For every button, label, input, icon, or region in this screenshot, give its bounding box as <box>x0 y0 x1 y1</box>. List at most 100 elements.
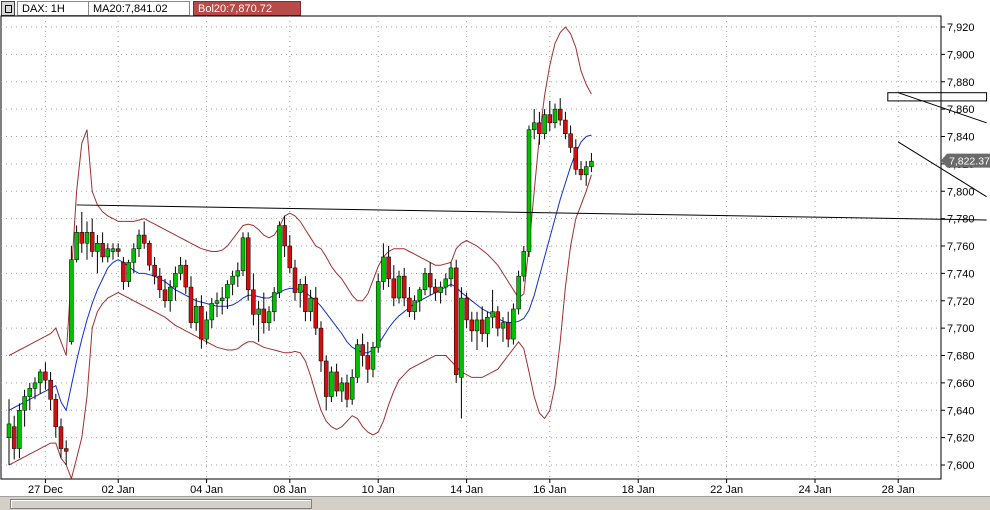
candle-body-down <box>318 327 324 362</box>
candle-body-up <box>37 371 43 384</box>
y-tick-label: 7,620 <box>947 433 975 445</box>
candle-body-up <box>526 129 532 252</box>
candle-body-down <box>11 426 17 449</box>
candle-body-up <box>438 286 443 293</box>
candle-body-up <box>531 122 537 130</box>
candle-body-down <box>58 426 64 449</box>
candle-body-up <box>271 292 277 312</box>
x-tick-label: 27 Dec <box>28 484 63 496</box>
candle-body-up <box>443 278 449 288</box>
candle-body-down <box>53 399 59 427</box>
candle <box>453 259 459 383</box>
x-tick-label: 14 Jan <box>450 484 483 496</box>
candle-body-up <box>370 347 376 370</box>
candle-body-up <box>552 108 558 124</box>
candle-body-down <box>557 108 563 121</box>
candle-body-down <box>391 278 397 299</box>
candle-body-up <box>511 308 516 340</box>
candle-body-down <box>43 371 48 381</box>
candle-body-down <box>303 284 308 312</box>
y-tick-label: 7,640 <box>947 405 975 417</box>
candle-body-up <box>17 410 22 449</box>
y-tick-label: 7,780 <box>947 214 975 226</box>
candle-body-down <box>573 147 579 170</box>
candle-body-down <box>121 262 126 282</box>
candle-body-up <box>95 243 100 252</box>
candle-body-up <box>542 114 547 135</box>
candle-body-down <box>563 119 568 135</box>
candle-body-up <box>22 396 27 411</box>
candle-body-down <box>282 225 287 247</box>
y-axis: 7,600 7,620 7,640 7,660 7,680 7,700 7,720 7,740… <box>941 22 975 472</box>
candle-body-down <box>365 355 371 370</box>
candle <box>511 303 516 345</box>
candle-body-up <box>277 225 282 293</box>
candle-body-up <box>297 284 303 293</box>
candle-body-down <box>323 360 329 397</box>
candle-body-down <box>245 237 251 291</box>
candle-body-down <box>152 264 157 277</box>
candle-body-down <box>183 264 189 288</box>
candle-body-up <box>448 267 454 280</box>
candle-body-down <box>464 297 469 321</box>
candle <box>329 366 334 403</box>
candle-body-down <box>537 122 542 135</box>
candle-body-up <box>204 319 209 340</box>
horizontal-scrollbar[interactable] <box>0 496 990 510</box>
candle-body-down <box>100 243 105 258</box>
candle-body-up <box>27 388 33 397</box>
candle-body-up <box>105 248 111 258</box>
candle-body-up <box>230 275 235 285</box>
y-tick-label: 7,700 <box>947 323 975 335</box>
candle-body-down <box>453 267 459 375</box>
candle-body-up <box>69 259 74 343</box>
candle-body-up <box>235 270 241 277</box>
y-tick-label: 7,860 <box>947 104 975 116</box>
candle-body-up <box>485 316 490 334</box>
candle-body-down <box>334 371 339 392</box>
x-tick-label: 04 Jan <box>190 484 223 496</box>
candle-body-up <box>178 264 183 274</box>
last-price-marker: 7,822.37 <box>941 153 990 168</box>
candle <box>516 270 521 315</box>
candle-body-up <box>266 311 272 323</box>
candle-body-up <box>355 344 360 378</box>
y-tick-label: 7,660 <box>947 378 975 390</box>
candle-body-up <box>214 300 220 304</box>
candle-body-up <box>173 273 178 288</box>
candle-body-up <box>256 308 261 315</box>
candle <box>69 246 74 345</box>
candle-body-down <box>547 114 553 124</box>
candle-body-down <box>48 379 53 400</box>
candle-body-down <box>469 319 475 332</box>
candle-body-down <box>157 275 163 291</box>
candle-body-down <box>287 245 293 269</box>
candle-body-up <box>474 319 480 332</box>
candle <box>526 125 532 257</box>
candle-body-up <box>521 251 527 277</box>
candle-body-up <box>240 237 246 271</box>
candle-body-up <box>381 256 386 282</box>
candle-body-down <box>199 305 204 340</box>
candle-body-up <box>339 382 345 392</box>
candle-body-down <box>313 297 319 329</box>
candle-body-up <box>412 300 417 312</box>
x-tick-label: 28 Jan <box>882 484 915 496</box>
x-tick-label: 22 Jan <box>710 484 743 496</box>
x-tick-label: 08 Jan <box>273 484 306 496</box>
x-axis: 27 Dec 02 Jan 04 Jan 08 Jan 10 Jan 14 Jan 16 J… <box>28 479 915 496</box>
y-tick-label: 7,680 <box>947 351 975 363</box>
candle-body-down <box>79 232 85 244</box>
scrollbar-thumb[interactable] <box>10 499 312 509</box>
y-tick-label: 7,880 <box>947 77 975 89</box>
candle-body-down <box>115 248 121 252</box>
candle-body-down <box>360 344 365 356</box>
candle-body-up <box>349 377 355 400</box>
candle-body-down <box>89 232 95 252</box>
x-tick-label: 10 Jan <box>362 484 395 496</box>
candlestick-chart[interactable]: 7,600 7,620 7,640 7,660 7,680 7,700 7,720 7,740… <box>0 0 990 496</box>
y-tick-label: 7,920 <box>947 22 975 34</box>
candle-body-up <box>110 248 116 252</box>
candle-body-down <box>427 273 433 288</box>
x-tick-label: 16 Jan <box>533 484 566 496</box>
